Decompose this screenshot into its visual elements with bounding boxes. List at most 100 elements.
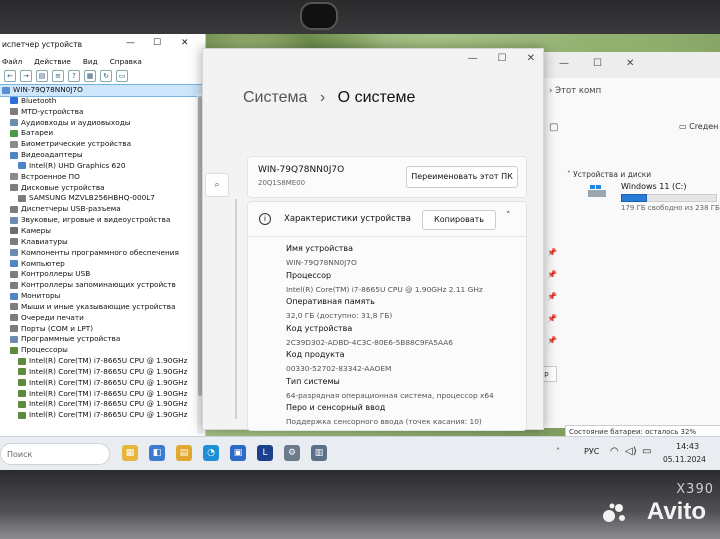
- device-tree-item[interactable]: Камеры: [0, 226, 205, 237]
- chevron-up-icon[interactable]: ˄: [506, 211, 511, 221]
- clock-date[interactable]: 05.11.2024: [663, 455, 706, 464]
- specifications-title: Характеристики устройства: [284, 214, 411, 224]
- chevron-up-icon[interactable]: ˄: [556, 447, 560, 456]
- device-tree-item[interactable]: Intel(R) Core(TM) i7-8665U CPU @ 1.90GHz: [0, 356, 205, 367]
- device-tree-label: Камеры: [21, 225, 52, 235]
- device-category-icon: [10, 227, 18, 235]
- spec-item: Оперативная память 32,0 ГБ (доступно: 31,…: [286, 297, 392, 320]
- device-tree-item[interactable]: Видеоадаптеры: [0, 150, 205, 161]
- device-tree-item[interactable]: Встроенное ПО: [0, 172, 205, 183]
- taskbar-search[interactable]: Поиск: [0, 443, 110, 465]
- menu-help[interactable]: Справка: [110, 57, 142, 66]
- device-category-icon: [10, 260, 18, 267]
- back-icon[interactable]: ←: [4, 70, 16, 82]
- device-category-icon: [10, 173, 18, 181]
- webcam: [300, 2, 338, 30]
- file-explorer-window: — ☐ ✕ › Этот комп ▭ Creден ▢ ˅ Устройств…: [538, 52, 720, 449]
- device-tree-item[interactable]: Батареи: [0, 128, 205, 139]
- device-tree-item[interactable]: Intel(R) Core(TM) i7-8665U CPU @ 1.90GHz: [0, 378, 205, 389]
- device-tree-item[interactable]: Bluetooth: [0, 96, 205, 107]
- monitor-icon[interactable]: ▭: [116, 70, 128, 82]
- explorer-details-button[interactable]: ▭ Creден: [679, 122, 718, 131]
- device-tree-item[interactable]: Биометрические устройства: [0, 139, 205, 150]
- minimize-button[interactable]: —: [126, 38, 135, 48]
- volume-icon[interactable]: ◁): [625, 446, 637, 457]
- device-tree-item[interactable]: Контроллеры запоминающих устройств: [0, 280, 205, 291]
- spec-value: Intel(R) Core(TM) i7-8665U CPU @ 1.90GHz…: [286, 284, 483, 294]
- pc-name-card: WIN-79Q78NN0J7O 20Q1S8ME00 Переименовать…: [247, 156, 527, 198]
- device-tree-item[interactable]: Дисковые устройства: [0, 183, 205, 194]
- device-tree-item[interactable]: Intel(R) Core(TM) i7-8665U CPU @ 1.90GHz: [0, 367, 205, 378]
- device-tree-item[interactable]: Компьютер: [0, 259, 205, 270]
- device-tree-item[interactable]: Мониторы: [0, 291, 205, 302]
- explorer-window-controls: — ☐ ✕: [559, 58, 634, 69]
- device-tree-item[interactable]: Компоненты программного обеспечения: [0, 248, 205, 259]
- device-tree-item[interactable]: Контроллеры USB: [0, 269, 205, 280]
- folder-app-icon[interactable]: ▤: [176, 445, 192, 461]
- specifications-header[interactable]: i Характеристики устройства Копировать ˄: [248, 202, 526, 237]
- avito-logo-icon: [603, 503, 625, 522]
- search-icon[interactable]: ⌕: [205, 173, 229, 197]
- device-tree-item[interactable]: Intel(R) Core(TM) i7-8665U CPU @ 1.90GHz: [0, 399, 205, 410]
- sidebar-scrollbar[interactable]: [235, 199, 237, 419]
- forward-icon[interactable]: →: [20, 70, 32, 82]
- store-app-icon[interactable]: ▣: [230, 445, 246, 461]
- menu-action[interactable]: Действие: [34, 57, 71, 66]
- grid-icon[interactable]: ▦: [84, 70, 96, 82]
- explorer-address-bar[interactable]: › Этот комп: [549, 86, 720, 104]
- device-tree-item[interactable]: Intel(R) Core(TM) i7-8665U CPU @ 1.90GHz: [0, 410, 205, 421]
- copy-button[interactable]: Копировать: [422, 210, 496, 230]
- devmgr-app-icon[interactable]: ▥: [311, 445, 327, 461]
- menu-view[interactable]: Вид: [83, 57, 98, 66]
- device-category-icon: [18, 357, 26, 365]
- device-tree-item[interactable]: Аудиовходы и аудиовыходы: [0, 118, 205, 129]
- info-icon: i: [259, 213, 271, 225]
- breadcrumb-parent[interactable]: Система: [243, 89, 307, 106]
- taskview-app-icon[interactable]: ◧: [149, 445, 165, 461]
- device-tree-item[interactable]: Мыши и иные указывающие устройства: [0, 302, 205, 313]
- list-icon[interactable]: ≡: [52, 70, 64, 82]
- device-tree-item[interactable]: WIN-79Q78NN0J7O: [0, 84, 206, 97]
- update-driver-icon[interactable]: ↻: [100, 70, 112, 82]
- device-tree-item[interactable]: Процессоры: [0, 345, 205, 356]
- maximize-button[interactable]: ☐: [593, 58, 602, 69]
- close-button[interactable]: ✕: [626, 58, 634, 69]
- device-tree-label: Видеоадаптеры: [21, 150, 83, 160]
- rename-pc-button[interactable]: Переименовать этот ПК: [406, 166, 518, 188]
- properties-icon[interactable]: ▤: [36, 70, 48, 82]
- device-tree-item[interactable]: Звуковые, игровые и видеоустройства: [0, 215, 205, 226]
- spec-item: Код устройства 2C39D302-ADBD-4C3C-80E6-5B…: [286, 324, 453, 347]
- clock-time[interactable]: 14:43: [676, 442, 699, 451]
- device-tree-item[interactable]: Диспетчеры USB-разъема: [0, 204, 205, 215]
- wifi-icon[interactable]: ◠: [610, 446, 619, 457]
- close-button[interactable]: ✕: [181, 38, 189, 48]
- device-tree-label: Intel(R) Core(TM) i7-8665U CPU @ 1.90GHz: [29, 399, 188, 409]
- maximize-button[interactable]: ☐: [498, 53, 507, 64]
- device-tree-item[interactable]: Intel(R) Core(TM) i7-8665U CPU @ 1.90GHz: [0, 389, 205, 400]
- maximize-button[interactable]: ☐: [153, 38, 161, 48]
- details-icon: ▭: [679, 122, 690, 131]
- device-specifications-card: i Характеристики устройства Копировать ˄…: [247, 201, 527, 431]
- devices-section-header[interactable]: ˅ Устройства и диски: [567, 170, 651, 179]
- device-tree-item[interactable]: Intel(R) UHD Graphics 620: [0, 161, 205, 172]
- explorer-app-icon[interactable]: ▦: [122, 445, 138, 461]
- device-tree-item[interactable]: Программные устройства: [0, 334, 205, 345]
- battery-icon[interactable]: ▭: [642, 446, 651, 457]
- close-button[interactable]: ✕: [527, 53, 535, 64]
- drive-name[interactable]: Windows 11 (C:): [621, 182, 687, 191]
- edge-app-icon[interactable]: ◔: [203, 445, 219, 461]
- minimize-button[interactable]: —: [468, 53, 478, 64]
- app-l-icon[interactable]: L: [257, 445, 273, 461]
- device-tree-item[interactable]: MTD-устройства: [0, 107, 205, 118]
- device-category-icon: [18, 162, 26, 170]
- cut-icon[interactable]: ▢: [549, 122, 558, 133]
- settings-app-icon[interactable]: ⚙: [284, 445, 300, 461]
- device-tree-item[interactable]: Клавиатуры: [0, 237, 205, 248]
- device-tree-item[interactable]: SAMSUNG MZVLB256HBHQ-000L7: [0, 193, 205, 204]
- minimize-button[interactable]: —: [559, 58, 569, 69]
- device-tree-item[interactable]: Очереди печати: [0, 313, 205, 324]
- menu-file[interactable]: Файл: [2, 57, 22, 66]
- help-icon[interactable]: ?: [68, 70, 80, 82]
- device-tree-item[interactable]: Порты (COM и LPT): [0, 324, 205, 335]
- language-indicator[interactable]: РУС: [584, 447, 599, 456]
